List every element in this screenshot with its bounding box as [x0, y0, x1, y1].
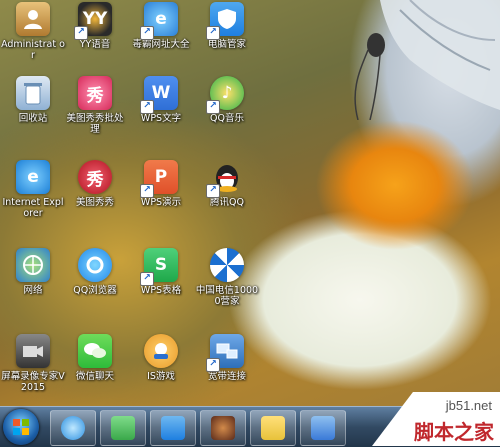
yy-voice-icon: YY ↗ — [74, 2, 112, 40]
desktop-icon-meitu-batch[interactable]: 秀 美图秀秀批处理 — [62, 76, 128, 138]
windows-logo-icon — [13, 419, 29, 435]
control-panel-icon — [311, 416, 335, 440]
taskbar-item-control-panel[interactable] — [300, 410, 346, 446]
taskbar-item-pc-manager[interactable] — [150, 410, 196, 446]
desktop: Administrat or 回收站 e Internet Explorer 网… — [0, 0, 500, 406]
pc-manager-icon: ↗ — [206, 2, 244, 40]
network-icon — [16, 248, 50, 282]
desktop-icon-broadband[interactable]: ↗ 宽带连接 — [194, 334, 260, 396]
shortcut-arrow-icon: ↗ — [140, 272, 154, 286]
icon-label: 美图秀秀 — [75, 197, 114, 208]
taskbar-item-notes[interactable] — [250, 410, 296, 446]
shortcut-arrow-icon: ↗ — [140, 26, 154, 40]
icon-label: IS游戏 — [147, 371, 175, 382]
desktop-icon-wps-spreadsheet[interactable]: S ↗ WPS表格 — [128, 248, 194, 310]
watermark-domain: jb51.net — [445, 398, 492, 413]
shortcut-arrow-icon: ↗ — [140, 100, 154, 114]
icon-label: 宽带连接 — [207, 371, 246, 382]
ie-browser-icon: e ↗ — [140, 2, 178, 40]
is-game-icon — [144, 334, 178, 368]
desktop-icon-is-game[interactable]: IS游戏 — [128, 334, 194, 396]
icon-label: Administrat or — [1, 39, 65, 61]
desktop-icon-administrator[interactable]: Administrat or — [0, 2, 66, 64]
pc-manager-icon — [161, 416, 185, 440]
desktop-icon-wps-presentation[interactable]: P ↗ WPS演示 — [128, 160, 194, 222]
wps-presentation-icon: P ↗ — [140, 160, 178, 198]
notes-icon — [261, 416, 285, 440]
icon-label: 屏幕录像专家V2015 — [1, 371, 65, 393]
icon-label: Internet Explorer — [2, 197, 64, 219]
taskbar-item-game[interactable] — [200, 410, 246, 446]
start-button[interactable] — [3, 409, 39, 445]
icon-label: 腾讯QQ — [210, 197, 244, 208]
shortcut-arrow-icon: ↗ — [74, 26, 88, 40]
desktop-icon-wechat[interactable]: 微信聊天 — [62, 334, 128, 396]
meitu-batch-icon: 秀 — [78, 76, 112, 110]
icon-label: 回收站 — [18, 113, 48, 124]
shortcut-arrow-icon: ↗ — [206, 100, 220, 114]
recycle-bin-icon — [16, 76, 50, 110]
ie-browser-icon: e — [16, 160, 50, 194]
icon-label: 网络 — [23, 285, 43, 296]
desktop-icon-china-telecom[interactable]: 中国电信10000营家 — [194, 248, 260, 310]
desktop-icon-screen-recorder[interactable]: 屏幕录像专家V2015 — [0, 334, 66, 396]
icon-label: YY语音 — [79, 39, 111, 50]
desktop-icon-wps-writer[interactable]: W ↗ WPS文字 — [128, 76, 194, 138]
game-icon — [211, 416, 235, 440]
broadband-connection-icon: ↗ — [206, 334, 244, 372]
icon-label: 中国电信10000营家 — [195, 285, 259, 307]
watermark-name: 脚本之家 — [414, 420, 494, 444]
desktop-icon-yy-voice[interactable]: YY ↗ YY语音 — [62, 2, 128, 64]
shortcut-arrow-icon: ↗ — [206, 26, 220, 40]
icon-label: 电脑管家 — [207, 39, 246, 50]
taskbar-item-qq-browser[interactable] — [50, 410, 96, 446]
shortcut-arrow-icon: ↗ — [206, 358, 220, 372]
desktop-icon-duba-nav[interactable]: e ↗ 毒霸网址大全 — [128, 2, 194, 64]
qq-music-icon: ♪ ↗ — [206, 76, 244, 114]
shortcut-arrow-icon: ↗ — [206, 184, 220, 198]
china-telecom-icon — [210, 248, 244, 282]
desktop-icon-qq-music[interactable]: ♪ ↗ QQ音乐 — [194, 76, 260, 138]
desktop-icon-internet-explorer[interactable]: e Internet Explorer — [0, 160, 66, 222]
shortcut-arrow-icon: ↗ — [140, 184, 154, 198]
qq-browser-icon — [78, 248, 112, 282]
wps-spreadsheet-icon: S ↗ — [140, 248, 178, 286]
wechat-icon — [78, 334, 112, 368]
screen-recorder-icon — [16, 334, 50, 368]
desktop-icon-tencent-qq[interactable]: ↗ 腾讯QQ — [194, 160, 260, 222]
desktop-icon-network[interactable]: 网络 — [0, 248, 66, 310]
butterfly-image — [354, 0, 500, 120]
icon-label: 美图秀秀批处理 — [66, 113, 124, 135]
icon-label: QQ浏览器 — [73, 285, 117, 296]
desktop-icon-qq-browser[interactable]: QQ浏览器 — [62, 248, 128, 310]
meitu-icon: 秀 — [78, 160, 112, 194]
icon-label: 微信聊天 — [75, 371, 114, 382]
user-folder-icon — [16, 2, 50, 36]
qq-browser-icon — [61, 416, 85, 440]
icon-label: QQ音乐 — [210, 113, 244, 124]
desktop-icon-meitu[interactable]: 秀 美图秀秀 — [62, 160, 128, 222]
icon-label: 毒霸网址大全 — [132, 39, 190, 50]
icon-label: WPS演示 — [140, 197, 182, 208]
desktop-icon-pc-manager[interactable]: ↗ 电脑管家 — [194, 2, 260, 64]
wps-writer-icon: W ↗ — [140, 76, 178, 114]
recycle-icon — [111, 416, 135, 440]
qq-penguin-icon: ↗ — [206, 160, 244, 198]
icon-label: WPS表格 — [140, 285, 182, 296]
desktop-icon-recycle-bin[interactable]: 回收站 — [0, 76, 66, 138]
taskbar-item-recycle[interactable] — [100, 410, 146, 446]
icon-label: WPS文字 — [140, 113, 182, 124]
